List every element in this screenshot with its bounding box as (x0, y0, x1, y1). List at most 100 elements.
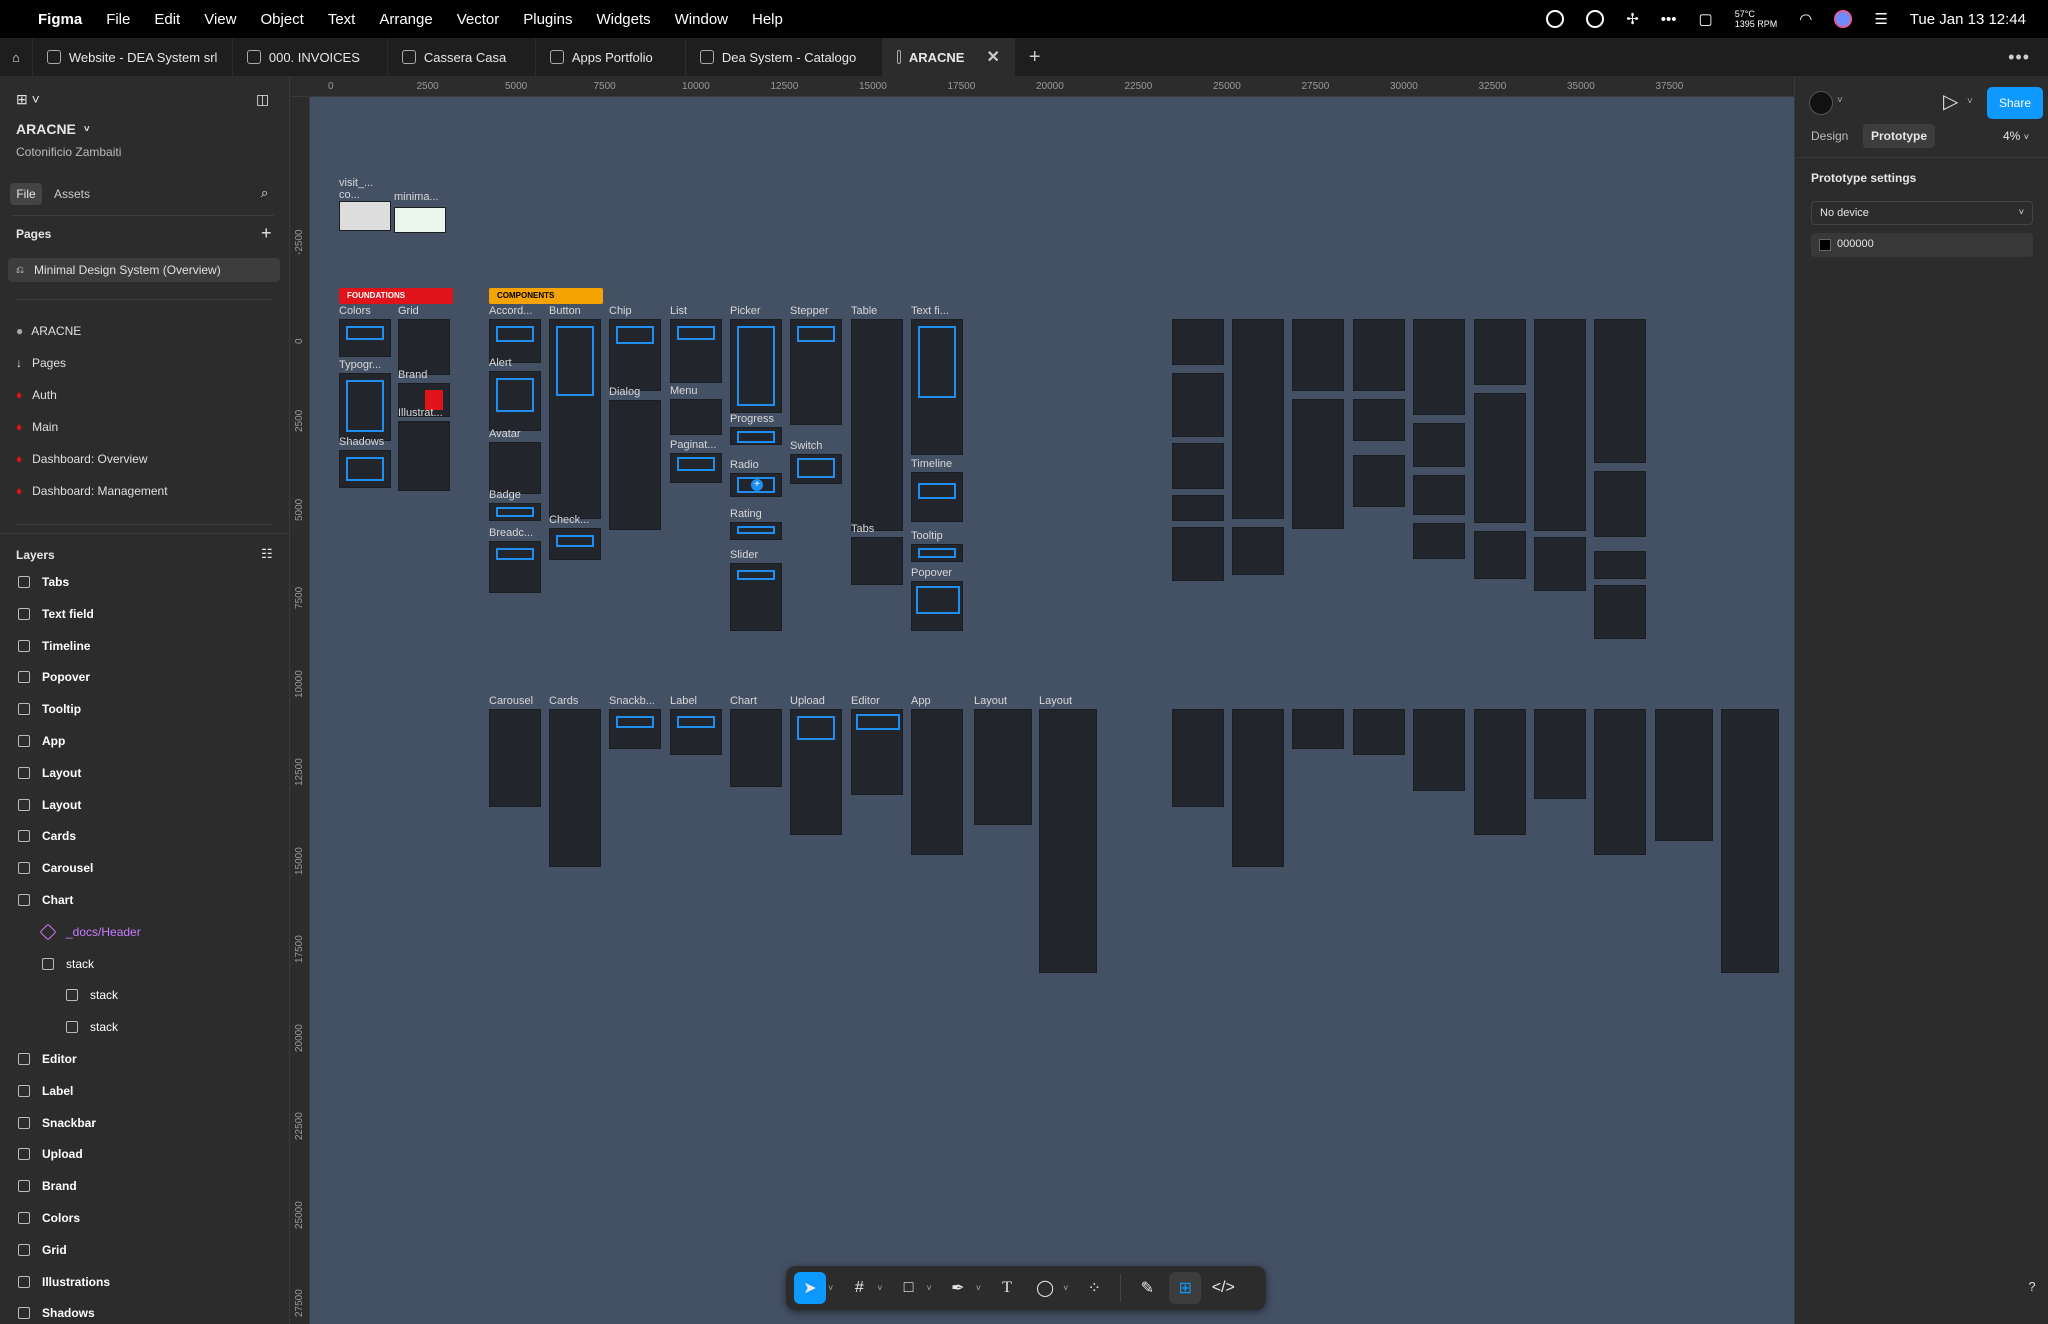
more-dots-icon[interactable]: ••• (1661, 11, 1677, 28)
menu-view[interactable]: View (204, 11, 236, 28)
page-frame[interactable] (1413, 423, 1465, 467)
layer-item[interactable]: Cards (18, 829, 308, 843)
file-name[interactable]: ARACNE ˅ (16, 121, 216, 137)
menu-window[interactable]: Window (675, 11, 728, 28)
draw-mode-button[interactable]: ✎ (1131, 1272, 1163, 1304)
page-frame[interactable] (1172, 373, 1224, 437)
menu-arrange[interactable]: Arrange (379, 11, 432, 28)
frame-slider[interactable] (730, 563, 782, 631)
siri-icon[interactable] (1834, 10, 1853, 28)
actions-button[interactable]: ⁘ (1078, 1272, 1110, 1304)
layer-item[interactable]: Colors (18, 1211, 308, 1225)
page-frame[interactable] (1413, 319, 1465, 415)
layer-item[interactable]: Editor (18, 1052, 308, 1066)
play-icon[interactable]: ▷ (1943, 89, 1958, 114)
menu-help[interactable]: Help (752, 11, 783, 28)
page-item-aracne[interactable]: ● ARACNE (16, 324, 306, 338)
page-frame[interactable] (1232, 319, 1284, 519)
page-item-overview[interactable]: ⎌ Minimal Design System (Overview) (8, 258, 280, 282)
move-tool-button[interactable]: ➤ (794, 1272, 826, 1304)
frame-list[interactable] (670, 319, 722, 383)
frame-illustrations[interactable] (398, 421, 450, 491)
menu-vector[interactable]: Vector (457, 11, 500, 28)
temperature-readout[interactable]: 57°C 1395 RPM (1735, 9, 1778, 29)
page-frame[interactable] (1172, 495, 1224, 521)
page-frame[interactable] (1172, 443, 1224, 489)
layer-item[interactable]: Brand (18, 1179, 308, 1193)
page-frame[interactable] (1413, 709, 1465, 791)
page-frame[interactable] (1353, 455, 1405, 507)
screen-icon[interactable]: ▢ (1699, 10, 1713, 28)
page-item-dashboard-overview[interactable]: ♦ Dashboard: Overview (16, 452, 306, 466)
chevron-down-icon[interactable]: ˅ (927, 1283, 932, 1293)
page-frame[interactable] (1474, 531, 1526, 579)
layer-item[interactable]: Shadows (18, 1306, 308, 1320)
layer-item[interactable]: Upload (18, 1147, 308, 1161)
frame-breadcrumbs[interactable] (489, 541, 541, 593)
page-frame[interactable] (1172, 709, 1224, 807)
layer-item[interactable]: stack (42, 957, 332, 971)
shape-tool-button[interactable]: □ (893, 1272, 925, 1304)
page-frame[interactable] (1353, 709, 1405, 755)
frame-shadows[interactable] (339, 450, 391, 488)
layer-item[interactable]: Grid (18, 1243, 308, 1257)
tab-invoices[interactable]: 000. INVOICES (233, 37, 388, 77)
menu-plugins[interactable]: Plugins (523, 11, 572, 28)
page-frame[interactable] (1292, 399, 1344, 529)
chevron-down-icon[interactable]: ˅ (1837, 95, 1843, 106)
page-frame[interactable] (1534, 319, 1586, 531)
tab-apps-portfolio[interactable]: Apps Portfolio (536, 37, 686, 77)
dev-mode-button[interactable]: </> (1207, 1272, 1239, 1304)
page-frame[interactable] (1413, 475, 1465, 515)
page-item-auth[interactable]: ♦ Auth (16, 388, 306, 402)
page-frame[interactable] (1292, 319, 1344, 391)
page-frame[interactable] (1594, 551, 1646, 579)
comment-tool-button[interactable]: ◯ (1029, 1272, 1061, 1304)
page-frame[interactable] (1292, 709, 1344, 749)
frame-layout-2[interactable] (1039, 709, 1097, 973)
page-frame[interactable] (1172, 527, 1224, 581)
layer-item[interactable]: Illustrations (18, 1275, 308, 1289)
frame-tool-button[interactable]: # (843, 1272, 875, 1304)
frame-button[interactable] (549, 319, 601, 519)
chevron-down-icon[interactable]: ˅ (877, 1283, 882, 1293)
frame-layout-1[interactable] (974, 709, 1032, 825)
page-frame[interactable] (1594, 709, 1646, 855)
page-item-main[interactable]: ♦ Main (16, 420, 306, 434)
layer-item[interactable]: Text field (18, 607, 308, 621)
page-frame[interactable] (1474, 393, 1526, 523)
add-page-icon[interactable]: + (261, 223, 277, 244)
page-frame[interactable] (1232, 527, 1284, 575)
wifi-icon[interactable]: ◠ (1799, 10, 1812, 28)
frame-snackbar[interactable] (609, 709, 661, 749)
frame-tooltip[interactable] (911, 544, 963, 562)
frame-chart[interactable] (730, 709, 782, 787)
text-tool-button[interactable]: T (991, 1272, 1023, 1304)
frame-upload[interactable] (790, 709, 842, 835)
zoom-control[interactable]: 4% ˅ (2003, 129, 2029, 143)
frame-switch[interactable] (790, 454, 842, 484)
frame-checkbox[interactable] (549, 528, 601, 560)
frame-alert[interactable] (489, 371, 541, 431)
main-menu-button[interactable]: ⊞ ˅ (16, 91, 56, 108)
tab-file[interactable]: File (10, 183, 42, 205)
frame-progress[interactable] (730, 427, 782, 445)
design-mode-button[interactable]: ⊞ (1169, 1272, 1202, 1304)
frame-pagination[interactable] (670, 453, 722, 483)
frame-timeline[interactable] (911, 472, 963, 522)
tab-assets[interactable]: Assets (54, 183, 104, 205)
layers-options-icon[interactable]: ☷ (261, 546, 277, 562)
layer-item[interactable]: App (18, 734, 308, 748)
page-frame[interactable] (1594, 319, 1646, 463)
canvas[interactable]: 0 2500 5000 7500 10000 12500 15000 17500 20000 22… (290, 77, 1794, 1324)
page-item-dashboard-management[interactable]: ♦ Dashboard: Management (16, 484, 306, 498)
tab-prototype[interactable]: Prototype (1863, 124, 1936, 148)
frame-tabs[interactable] (851, 537, 903, 585)
color-swatch[interactable] (1819, 239, 1831, 251)
control-center-icon[interactable]: ☰ (1874, 10, 1887, 28)
page-frame[interactable] (1721, 709, 1779, 973)
layer-item[interactable]: Snackbar (18, 1116, 308, 1130)
tab-dea-catalogo[interactable]: Dea System - Catalogo (686, 37, 883, 77)
page-frame[interactable] (1172, 319, 1224, 365)
present-options-icon[interactable]: ˅ (1967, 96, 1973, 107)
